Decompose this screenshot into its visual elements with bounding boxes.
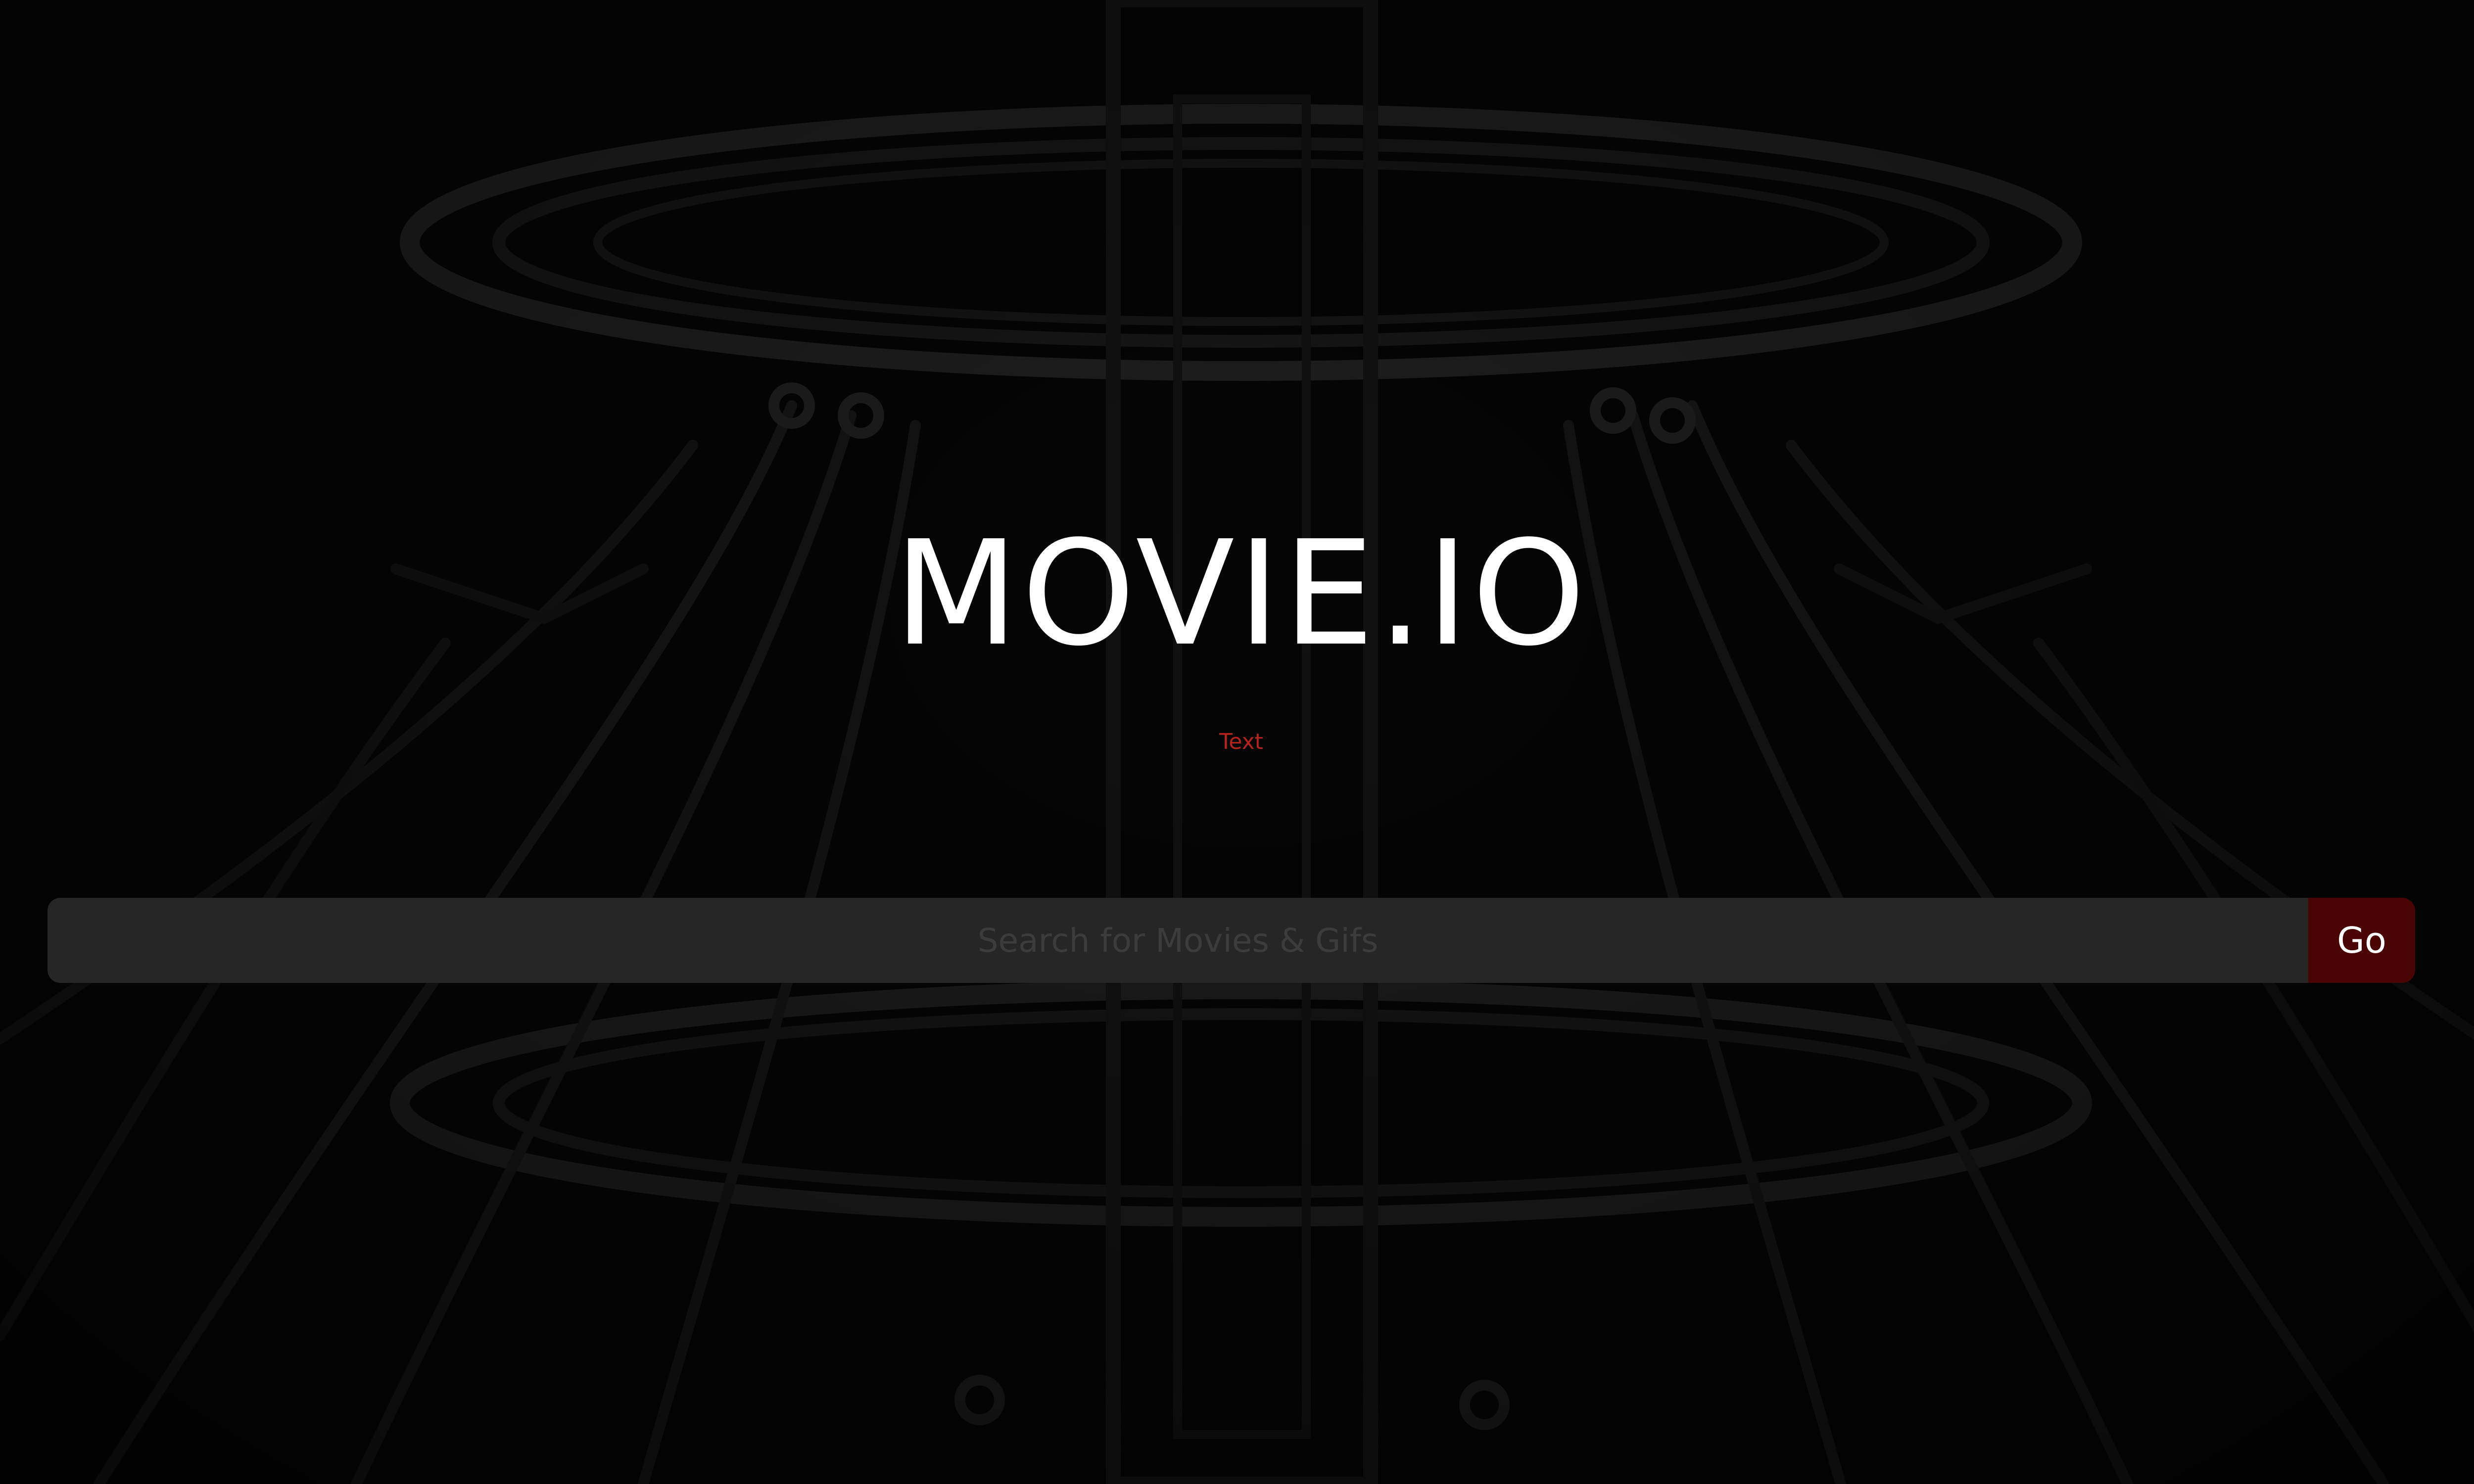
app-subtitle: Text xyxy=(1219,729,1263,754)
landing-page: MOVIE.IO Text Go xyxy=(0,0,2474,1484)
app-title: MOVIE.IO xyxy=(894,510,1589,678)
go-button[interactable]: Go xyxy=(2308,898,2415,983)
search-input[interactable] xyxy=(48,898,2308,983)
search-bar: Go xyxy=(48,898,2415,983)
